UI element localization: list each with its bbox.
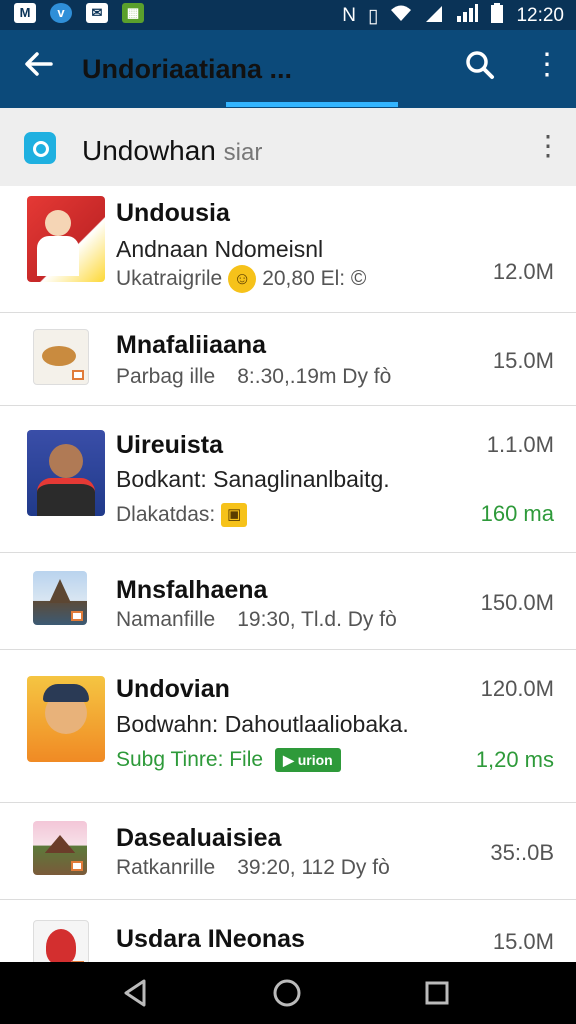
toolbar-title: Undoriaatiana ...	[82, 54, 293, 84]
item-size-secondary: 160 ma	[480, 501, 554, 526]
clock-time: 12:20	[516, 5, 564, 26]
gallery-icon: ▦	[122, 3, 144, 23]
item-meta: Ratkanrille 39:20, 112 Dy fò	[116, 856, 390, 879]
list-item[interactable]: Dasealuaisiea Ratkanrille 39:20, 112 Dy f…	[0, 803, 576, 900]
back-arrow-icon[interactable]	[24, 48, 54, 88]
item-title: Undousia	[116, 199, 230, 227]
section-header: Undowhan siar ⋮	[0, 108, 576, 186]
nav-recents-icon[interactable]	[420, 976, 456, 1010]
item-thumbnail	[27, 196, 105, 282]
section-name: Undowhan	[82, 135, 216, 166]
nav-home-icon[interactable]	[270, 976, 306, 1010]
item-meta: Namanfille 19:30, Tl.d. Dy fò	[116, 608, 397, 631]
item-subtitle: Bodwahn: Dahoutlaaliobaka.	[116, 711, 409, 737]
item-size: 150.0M	[480, 590, 554, 615]
item-size: 12.0M	[492, 259, 554, 284]
item-meta: Subg Tinre: File ▶ urion	[116, 746, 341, 774]
item-thumbnail	[33, 821, 87, 875]
v-app-icon: v	[50, 3, 72, 23]
item-title: Mnsfalhaena	[116, 576, 268, 604]
item-title: Usdara INeonas	[116, 925, 305, 953]
item-size: 35:.0B	[490, 840, 554, 865]
list-item[interactable]: Uireuista Bodkant: Sanaglinanlbaitg. Dla…	[0, 406, 576, 553]
list-item[interactable]: Undovian Bodwahn: Dahoutlaaliobaka. Subg…	[0, 650, 576, 803]
app-toolbar: Undoriaatiana ... ⋮	[0, 30, 576, 108]
item-size: 15.0M	[492, 929, 554, 954]
message-icon: ✉	[86, 3, 108, 23]
item-subtitle: Bodkant: Sanaglinanlbaitg.	[116, 466, 390, 492]
item-thumbnail	[27, 430, 105, 516]
item-size-secondary: 1,20 ms	[475, 747, 554, 772]
battery-icon	[490, 3, 504, 29]
section-title: Undowhan siar	[82, 134, 262, 170]
file-list: Undousia Andnaan Ndomeisnl Ukatraigrile ☺…	[0, 186, 576, 980]
app-logo-icon	[24, 132, 56, 164]
item-title: Mnafaliiaana	[116, 331, 267, 359]
item-size: 15.0M	[492, 348, 554, 373]
list-item[interactable]: Mnsfalhaena Namanfille 19:30, Tl.d. Dy fò…	[0, 553, 576, 650]
item-size: 120.0M	[480, 676, 554, 701]
folder-badge-icon: ▣	[221, 503, 248, 528]
item-thumbnail	[33, 571, 87, 625]
vibrate-icon: ▯	[367, 5, 379, 27]
item-meta: Ukatraigrile ☺ 20,80 El: ©	[116, 265, 366, 294]
gmail-icon: M	[14, 3, 36, 23]
item-title: Dasealuaisiea	[116, 824, 282, 852]
status-bar: M v ✉ ▦ N ▯ 12:20	[0, 0, 576, 30]
item-thumbnail	[27, 676, 105, 762]
item-thumbnail	[33, 329, 89, 385]
item-subtitle: Andnaan Ndomeisnl	[116, 236, 324, 262]
item-title: Uireuista	[116, 431, 223, 459]
wifi-icon	[390, 4, 412, 28]
section-more-icon[interactable]: ⋮	[534, 132, 562, 160]
list-item[interactable]: Mnafaliiaana Parbag ille 8:.30,.19m Dy fò…	[0, 313, 576, 406]
emoji-badge-icon: ☺	[228, 265, 257, 294]
data-signal-icon	[424, 4, 444, 28]
nav-back-icon[interactable]	[120, 976, 156, 1010]
section-suffix: siar	[223, 139, 263, 166]
navigation-bar	[0, 962, 576, 1024]
list-item[interactable]: Undousia Andnaan Ndomeisnl Ukatraigrile ☺…	[0, 186, 576, 313]
overflow-menu-icon[interactable]: ⋮	[532, 48, 562, 88]
play-badge-icon: ▶ urion	[275, 748, 341, 773]
item-size: 1.1.0M	[486, 432, 554, 457]
nfc-icon: N	[342, 5, 356, 26]
item-title: Undovian	[116, 675, 230, 703]
item-meta: Dlakatdas: ▣	[116, 501, 248, 529]
tab-indicator	[226, 102, 398, 107]
search-icon[interactable]	[464, 48, 498, 88]
item-meta: Parbag ille 8:.30,.19m Dy fò	[116, 365, 392, 388]
signal-icon	[456, 4, 479, 28]
